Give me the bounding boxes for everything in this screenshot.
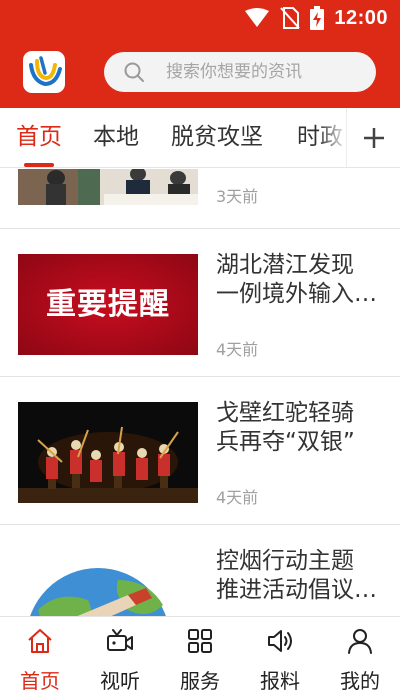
news-title: 控烟行动主题 推进活动倡议… <box>216 548 377 603</box>
battery-charging-icon <box>310 6 325 30</box>
nav-home[interactable]: 首页 <box>0 617 80 700</box>
news-title: 戈壁红驼轻骑 兵再夺“双银” <box>216 400 355 455</box>
add-tab-button[interactable] <box>346 108 400 167</box>
search-icon <box>124 62 144 82</box>
search-input[interactable]: 搜索你想要的资讯 <box>104 52 376 92</box>
news-list: 3天前 重要提醒 湖北潜江发现 一例境外输入… 4天前 戈壁红驼轻骑 兵再夺“双… <box>0 169 400 616</box>
active-tab-indicator <box>24 163 54 167</box>
news-time: 3天前 <box>216 187 259 206</box>
nav-profile[interactable]: 我的 <box>320 617 400 700</box>
nav-services[interactable]: 服务 <box>160 617 240 700</box>
app-header: 搜索你想要的资讯 <box>0 36 400 108</box>
status-icons: 12:00 <box>244 4 388 32</box>
grid-icon <box>188 629 212 653</box>
user-icon <box>348 629 372 654</box>
nav-label: 服务 <box>180 669 220 693</box>
home-icon <box>28 629 52 653</box>
news-thumbnail <box>18 169 198 205</box>
news-thumbnail: 重要提醒 <box>18 254 198 355</box>
channel-tab-bar: 首页 本地 脱贫攻坚 时政 <box>0 108 400 168</box>
news-time: 4天前 <box>216 488 259 507</box>
nav-report[interactable]: 报料 <box>240 617 320 700</box>
news-title: 湖北潜江发现 一例境外输入… <box>216 252 377 307</box>
nav-label: 我的 <box>340 669 380 693</box>
news-thumbnail <box>18 402 198 503</box>
bottom-navigation: 首页 视听 服务 报料 我的 <box>0 616 400 700</box>
tab-fade <box>318 108 348 167</box>
tab-home[interactable]: 首页 <box>16 108 62 167</box>
nav-label: 视听 <box>100 669 140 693</box>
nav-video[interactable]: 视听 <box>80 617 160 700</box>
news-item[interactable]: 3天前 <box>0 169 400 207</box>
no-sim-icon <box>280 7 301 29</box>
news-thumbnail <box>18 550 198 616</box>
status-time: 12:00 <box>334 6 388 29</box>
nav-label: 报料 <box>260 669 300 693</box>
news-item[interactable]: 戈壁红驼轻骑 兵再夺“双银” 4天前 <box>0 377 400 525</box>
tab-local[interactable]: 本地 <box>93 108 139 167</box>
speaker-icon <box>268 630 292 652</box>
search-placeholder: 搜索你想要的资讯 <box>166 62 302 82</box>
nav-label: 首页 <box>20 669 60 693</box>
notice-thumbnail-text: 重要提醒 <box>46 287 170 322</box>
video-camera-icon <box>107 629 133 651</box>
news-item[interactable]: 重要提醒 湖北潜江发现 一例境外输入… 4天前 <box>0 229 400 377</box>
news-item[interactable]: 控烟行动主题 推进活动倡议… <box>0 525 400 616</box>
tab-poverty-alleviation[interactable]: 脱贫攻坚 <box>171 108 263 167</box>
plus-icon <box>364 128 384 148</box>
app-logo[interactable] <box>23 51 65 93</box>
news-time: 4天前 <box>216 340 259 359</box>
status-bar: 12:00 <box>0 0 400 36</box>
wifi-icon <box>245 8 270 27</box>
